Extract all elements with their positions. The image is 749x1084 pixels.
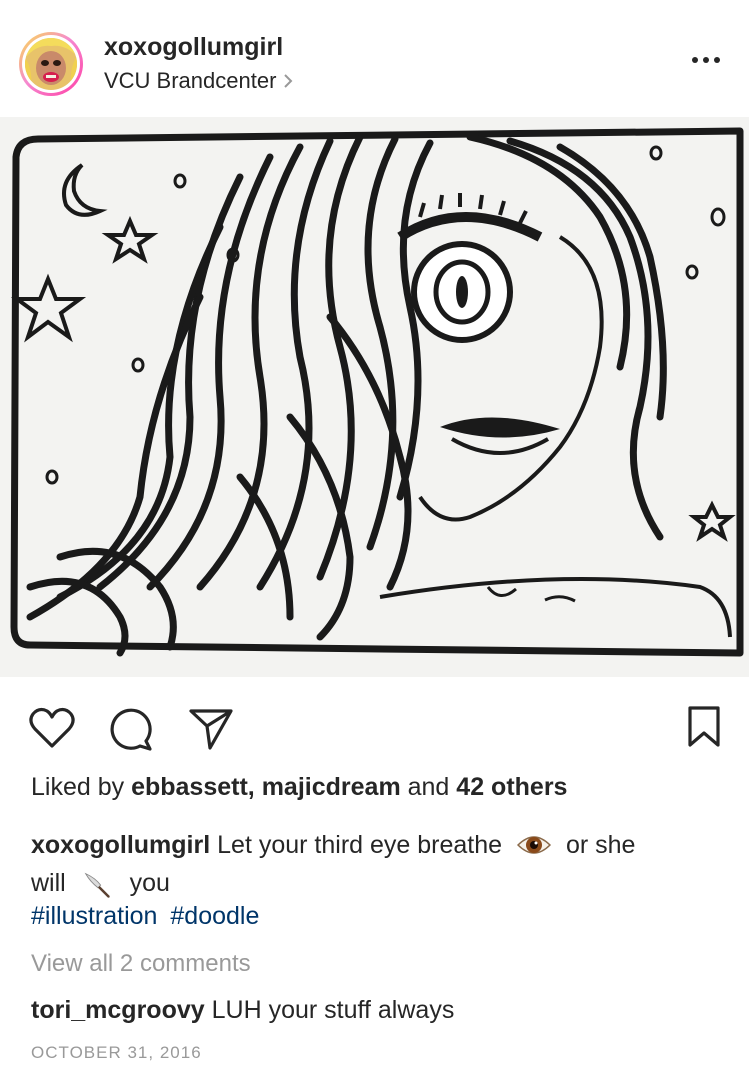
knife-emoji-icon [84,872,110,898]
caption-text: Let your third eye breathe [217,831,503,859]
send-icon[interactable] [188,707,234,751]
likes-prefix: Liked by [31,773,125,801]
caption-text: will [31,869,66,897]
caption-text: you [129,869,170,897]
post-location[interactable]: VCU Brandcenter [104,68,294,94]
liker-link[interactable]: majicdream [262,773,401,801]
bookmark-icon[interactable] [686,705,722,749]
heart-icon[interactable] [29,707,75,749]
post-image[interactable] [0,117,749,677]
location-label: VCU Brandcenter [104,68,277,93]
post-caption: xoxogollumgirl Let your third eye breath… [31,826,721,902]
view-all-comments-link[interactable]: View all 2 comments [31,950,251,978]
avatar[interactable] [19,32,83,96]
chevron-right-icon [284,74,293,88]
hashtag-link[interactable]: #doodle [170,902,259,930]
likes-summary: Liked by ebbassett, majicdream and 42 ot… [31,773,567,802]
comment-username[interactable]: tori_mcgroovy [31,996,205,1024]
hashtag-link[interactable]: #illustration [31,902,157,930]
post-actions [0,677,749,777]
comment-bubble-icon[interactable] [108,707,154,751]
caption-username[interactable]: xoxogollumgirl [31,831,210,859]
likes-others-link[interactable]: 42 others [456,773,567,801]
more-horizontal-icon[interactable] [690,52,722,68]
post-username[interactable]: xoxogollumgirl [104,33,283,62]
post-date: OCTOBER 31, 2016 [31,1043,202,1062]
post-header: xoxogollumgirl VCU Brandcenter [0,0,749,117]
caption-text: or she [565,831,636,859]
hashtags: #illustration #doodle [31,902,265,931]
liker-link[interactable]: ebbassett, [131,773,255,801]
comment-item: tori_mcgroovy LUH your stuff always [31,996,454,1025]
eye-emoji-icon [517,836,551,854]
likes-conj: and [407,773,450,801]
comment-text: LUH your stuff always [211,996,455,1024]
avatar-image [25,38,77,90]
